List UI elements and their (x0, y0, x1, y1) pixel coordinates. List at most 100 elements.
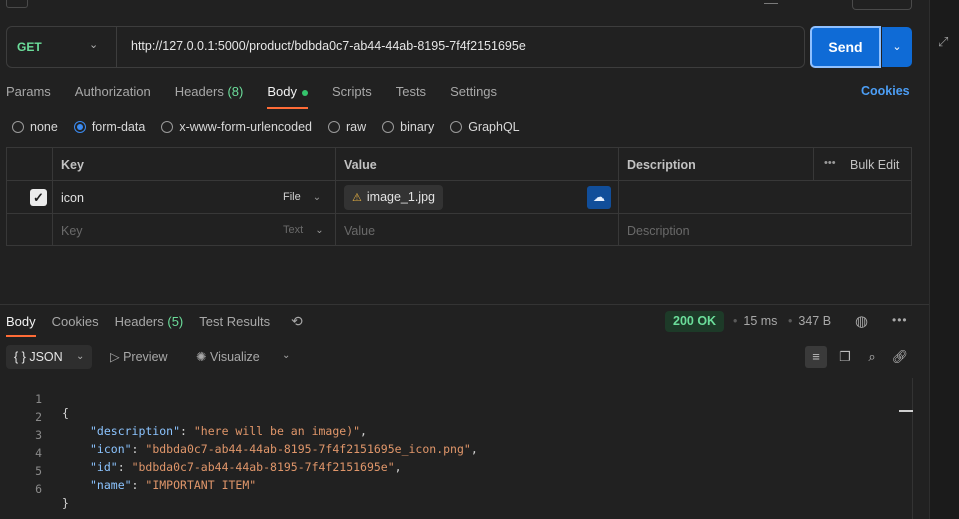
radio-form-data-label: form-data (91, 120, 146, 134)
tab-body[interactable]: Body (267, 84, 308, 109)
table-row: ✓ icon File ⌄ ⚠ image_1.jpg ☁ (7, 181, 911, 214)
radio-form-data[interactable]: form-data (73, 120, 146, 134)
radio-none-label: none (30, 120, 58, 134)
top-strip (0, 0, 929, 14)
braces-icon: { } (14, 350, 26, 364)
radio-circle (73, 121, 86, 133)
response-body-editor[interactable]: 1 { 2 "description": "here will be an im… (0, 378, 912, 519)
radio-circle (12, 121, 24, 133)
header-key: Key (61, 158, 84, 172)
send-options-chevron-icon[interactable]: ⌄ (882, 27, 912, 67)
more-icon: ••• (824, 157, 836, 169)
chevron-down-icon: ⌄ (89, 39, 99, 51)
response-size-value: 347 B (798, 314, 832, 328)
more-icon[interactable]: ••• (892, 313, 908, 327)
code-line: 6 } (0, 468, 900, 510)
status-badge[interactable]: 200 OK (665, 311, 725, 332)
cloud-upload-icon[interactable]: ☁ (587, 186, 611, 209)
link-icon[interactable]: 🔗︎ (889, 346, 911, 368)
expand-icon[interactable]: ⤢ (938, 34, 948, 50)
format-label: JSON (29, 350, 63, 364)
row-description-cell[interactable] (619, 181, 813, 213)
chevron-down-icon[interactable]: ⌄ (282, 350, 290, 361)
wrap-lines-icon[interactable]: ≡ (805, 346, 827, 368)
response-tab-cookies[interactable]: Cookies (52, 314, 99, 329)
empty-value-placeholder: Value (344, 224, 376, 238)
url-input[interactable]: http://127.0.0.1:5000/product/bdbda0c7-a… (131, 39, 526, 53)
visualize-button[interactable]: ✺ Visualize (196, 349, 260, 364)
radio-circle (328, 121, 340, 133)
tab-params[interactable]: Params (6, 84, 51, 104)
tab-settings[interactable]: Settings (450, 84, 497, 104)
radio-circle (450, 121, 463, 133)
row-key-cell[interactable]: icon (53, 181, 275, 213)
header-value: Value (344, 158, 377, 172)
response-tab-test-results[interactable]: Test Results (199, 314, 270, 329)
cookies-link[interactable]: Cookies (861, 84, 910, 98)
environment-selector[interactable] (852, 0, 912, 10)
method-label: GET (17, 40, 42, 54)
tab-headers-label: Headers (174, 84, 224, 99)
response-headers-count: (5) (167, 314, 184, 329)
radio-urlencoded[interactable]: x-www-form-urlencoded (161, 120, 312, 134)
response-tab-body[interactable]: Body (6, 314, 36, 337)
warning-icon: ⚠ (352, 192, 362, 204)
history-icon[interactable]: ⟲ (291, 313, 303, 330)
chevron-down-icon: ⌄ (312, 192, 322, 203)
empty-value-input[interactable]: Value (336, 214, 619, 246)
preview-button[interactable]: ▷ Preview (110, 349, 168, 364)
form-data-table: Key Value Description ••• Bulk Edit ✓ ico… (6, 147, 912, 246)
tab-headers[interactable]: Headers (8) (175, 84, 244, 104)
file-chip[interactable]: ⚠ image_1.jpg (344, 185, 443, 210)
response-tab-headers[interactable]: Headers (5) (115, 314, 184, 329)
radio-circle (161, 121, 174, 133)
radio-none[interactable]: none (12, 120, 58, 134)
layout-icon[interactable] (764, 0, 778, 4)
copy-icon[interactable]: ❐ (834, 346, 856, 368)
response-time-value: 15 ms (743, 314, 778, 328)
pane-divider[interactable] (0, 304, 929, 305)
format-selector[interactable]: { } JSON ⌄ (6, 345, 92, 369)
radio-graphql[interactable]: GraphQL (450, 120, 520, 134)
row-type-select[interactable]: File ⌄ (275, 181, 336, 213)
request-tabs: Params Authorization Headers (8) Body Sc… (6, 84, 521, 109)
row-type-label: File ⌄ (283, 191, 321, 203)
code-line: 5 "name": "IMPORTANT ITEM" (0, 450, 900, 492)
editor-scrollbar[interactable] (912, 378, 913, 519)
search-icon[interactable]: ⌕ (861, 346, 883, 368)
sidebar-toggle-icon[interactable] (6, 0, 28, 8)
empty-type-select[interactable]: Text ⌄ (275, 214, 336, 246)
row-value-cell: ⚠ image_1.jpg ☁ (336, 181, 619, 213)
bulk-edit-label: Bulk Edit (850, 158, 900, 172)
body-modified-dot (301, 89, 308, 96)
row-enabled-checkbox[interactable]: ✓ (30, 189, 47, 206)
chevron-down-icon: ⌄ (76, 351, 85, 362)
row-type-value: File (283, 191, 301, 203)
scroll-thumb[interactable] (899, 410, 913, 412)
globe-icon[interactable]: ◍ (855, 312, 868, 330)
header-description-cell: Description (619, 148, 813, 180)
tab-tests[interactable]: Tests (396, 84, 426, 104)
send-button[interactable]: Send (810, 26, 881, 68)
response-size[interactable]: • 347 B (788, 314, 831, 328)
code-line: 4 "id": "bdbda0c7-ab44-44ab-8195-7f4f215… (0, 432, 900, 474)
file-name: image_1.jpg (366, 190, 435, 204)
radio-raw[interactable]: raw (328, 120, 366, 134)
radio-urlencoded-label: x-www-form-urlencoded (179, 120, 312, 134)
chevron-down-icon: ⌄ (315, 225, 324, 236)
header-check-cell (7, 148, 53, 180)
row-extra-cell (813, 181, 911, 213)
radio-graphql-label: GraphQL (468, 120, 520, 134)
play-icon: ▷ (110, 350, 124, 364)
radio-binary[interactable]: binary (382, 120, 434, 134)
empty-type-label: Text ⌄ (283, 224, 324, 236)
empty-description-input[interactable]: Description (619, 214, 911, 246)
response-time[interactable]: • 15 ms (733, 314, 777, 328)
table-row-empty: Key Text ⌄ Value Description (7, 214, 911, 246)
tab-scripts[interactable]: Scripts (332, 84, 372, 104)
request-bar: GET ⌄ http://127.0.0.1:5000/product/bdbd… (6, 26, 805, 68)
method-selector[interactable]: GET ⌄ (7, 27, 117, 67)
bulk-edit-button[interactable]: ••• Bulk Edit (813, 148, 911, 180)
empty-key-input[interactable]: Key (53, 214, 275, 246)
tab-authorization[interactable]: Authorization (75, 84, 151, 104)
